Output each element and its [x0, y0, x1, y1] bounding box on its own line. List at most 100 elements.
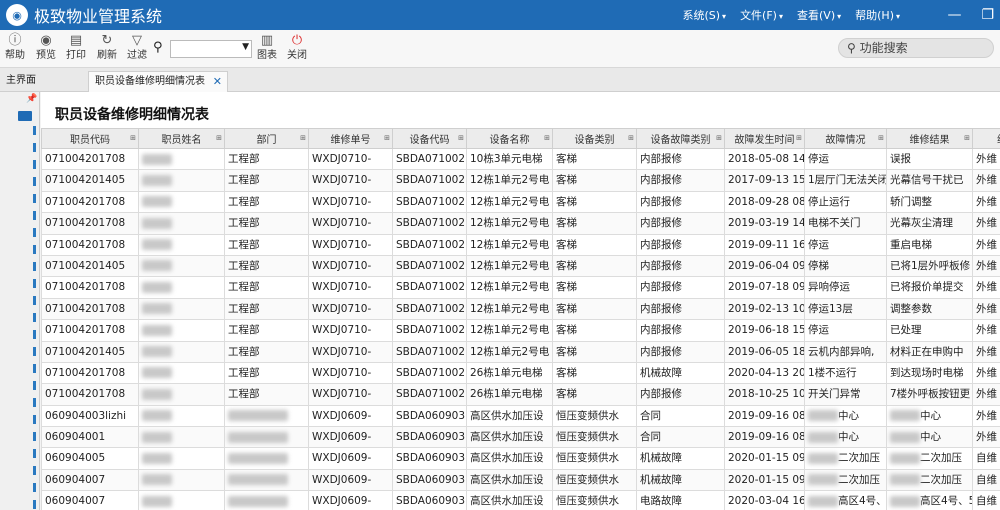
table-cell: WXDJ0609- [308, 447, 393, 470]
table-cell: 外维 [972, 254, 1000, 278]
column-header[interactable]: 设备名称 ⊞ [466, 128, 553, 149]
tab-report[interactable]: 职员设备维修明细情况表 ✕ [88, 71, 228, 92]
tab-bar: 主界面 职员设备维修明细情况表 ✕ [0, 68, 1000, 92]
table-row[interactable]: 060904005 WXDJ0609- SBDA060903 高区供水加压设 恒压变频供… [41, 447, 1000, 470]
redacted-value [142, 153, 172, 165]
table-cell [138, 319, 225, 342]
panel-splitter[interactable] [33, 126, 36, 510]
table-cell: 高区供水加压设 [466, 404, 553, 428]
table-row[interactable]: 071004201708 工程部 WXDJ0710- SBDA071002 12栋1单元… [41, 233, 1000, 256]
table-cell: 071004201708 [41, 276, 139, 299]
table-row[interactable]: 060904001 WXDJ0609- SBDA060903 高区供水加压设 恒压变频供… [41, 426, 1000, 449]
column-pin-icon[interactable]: ⊞ [300, 134, 306, 142]
column-header[interactable]: 设备故障类别 ⊞ [636, 128, 725, 149]
filter-button[interactable]: ▽ 过滤 [123, 33, 151, 63]
column-header[interactable]: 故障情况 ⊞ [804, 128, 887, 149]
table-cell: 中心 [886, 404, 973, 428]
redacted-value [142, 452, 172, 464]
print-button[interactable]: ▤ 打印 [62, 33, 90, 63]
column-pin-icon[interactable]: ⊞ [716, 134, 722, 142]
chevron-down-icon[interactable]: ▼ [242, 42, 249, 52]
table-cell: 工程部 [224, 254, 309, 278]
column-pin-icon[interactable]: ⊞ [964, 134, 970, 142]
table-row[interactable]: 071004201405 工程部 WXDJ0710- SBDA071002 12栋1单元… [41, 340, 1000, 363]
column-pin-icon[interactable]: ⊞ [216, 134, 222, 142]
column-header[interactable]: 故障发生时间 ⊞ [724, 128, 805, 149]
table-row[interactable]: 060904003lizhi WXDJ0609- SBDA060903 高区供水加压设… [41, 404, 1000, 428]
chart-button[interactable]: ▥ 图表 [253, 33, 281, 63]
chart-icon: ▥ [260, 33, 274, 48]
table-row[interactable]: 071004201708 工程部 WXDJ0710- SBDA071002 12栋1单元… [41, 276, 1000, 299]
column-header[interactable]: 设备类别 ⊞ [552, 128, 637, 149]
redacted-value [890, 431, 920, 443]
column-header[interactable]: 设备代码 ⊞ [392, 128, 467, 149]
header-row: 职员代码 ⊞ 职员姓名 ⊞ 部门 ⊞ 维修单号 ⊞ 设备代码 ⊞ 设备名称 ⊞ 设备类别 ⊞ 设备故障类别 ⊞… [41, 128, 1000, 149]
table-cell: 内部报修 [636, 340, 725, 363]
minimize-icon[interactable]: — [947, 7, 961, 23]
menu-file[interactable]: 文件(F) ▾ [740, 7, 783, 23]
table-row[interactable]: 071004201708 工程部 WXDJ0710- SBDA071002 26栋1单元… [41, 383, 1000, 406]
table-cell: 已处理 [886, 319, 973, 342]
table-row[interactable]: 071004201708 工程部 WXDJ0710- SBDA071002 12栋1单元… [41, 212, 1000, 235]
table-cell: 内部报修 [636, 297, 725, 321]
menu-system[interactable]: 系统(S) ▾ [682, 7, 726, 23]
table-cell: 2017-09-13 15: [724, 169, 805, 192]
column-pin-icon[interactable]: ⊞ [628, 134, 634, 142]
column-pin-icon[interactable]: ⊞ [796, 134, 802, 142]
column-pin-icon[interactable]: ⊞ [130, 134, 136, 142]
table-row[interactable]: 071004201405 工程部 WXDJ0710- SBDA071002 12栋1单元… [41, 169, 1000, 192]
menu-view[interactable]: 查看(V) ▾ [797, 7, 841, 23]
table-cell: SBDA071002 [392, 233, 467, 256]
column-header[interactable]: 维修单号 ⊞ [308, 128, 393, 149]
table-cell: 071004201708 [41, 233, 139, 256]
close-icon[interactable]: ✕ [213, 72, 222, 92]
tab-main[interactable]: 主界面 [0, 71, 90, 92]
table-cell: 工程部 [224, 169, 309, 192]
table-row[interactable]: 071004201708 工程部 WXDJ0710- SBDA071002 12栋1单元… [41, 319, 1000, 342]
column-header[interactable]: 维修结果 ⊞ [886, 128, 973, 149]
column-header[interactable]: 维修⊞ [972, 128, 1000, 149]
table-row[interactable]: 071004201708 工程部 WXDJ0710- SBDA071002 12栋1单元… [41, 190, 1000, 214]
table-cell: 7楼外呼板按钮更 [886, 383, 973, 406]
table-row[interactable]: 071004201405 工程部 WXDJ0710- SBDA071002 12栋1单元… [41, 254, 1000, 278]
preview-button[interactable]: ◉ 预览 [32, 33, 60, 63]
table-cell: 误报 [886, 147, 973, 171]
table-cell [224, 447, 309, 470]
folder-icon[interactable] [18, 111, 32, 121]
table-cell: 外维 [972, 383, 1000, 406]
help-button[interactable]: ⓘ 帮助 [1, 33, 29, 63]
pin-icon[interactable]: 📌 [26, 94, 37, 104]
filter-combo[interactable]: ▼ [170, 40, 252, 58]
column-pin-icon[interactable]: ⊞ [878, 134, 884, 142]
redacted-value [228, 452, 288, 464]
table-cell: 10栋3单元电梯 [466, 147, 553, 171]
table-cell: 恒压变频供水 [552, 404, 637, 428]
column-header[interactable]: 部门 ⊞ [224, 128, 309, 149]
table-cell [138, 233, 225, 256]
table-row[interactable]: 071004201708 工程部 WXDJ0710- SBDA071002 12栋1单元… [41, 297, 1000, 321]
redacted-value [142, 281, 172, 293]
table-cell: 工程部 [224, 147, 309, 171]
refresh-button[interactable]: ↻ 刷新 [93, 33, 121, 63]
column-pin-icon[interactable]: ⊞ [544, 134, 550, 142]
restore-icon[interactable]: ❐ [981, 7, 994, 23]
table-row[interactable]: 071004201708 工程部 WXDJ0710- SBDA071002 10栋3单元… [41, 147, 1000, 171]
table-row[interactable]: 060904007 WXDJ0609- SBDA060903 高区供水加压设 恒压变频供… [41, 490, 1000, 510]
table-cell: 中心 [804, 404, 887, 428]
table-cell: 客梯 [552, 276, 637, 299]
function-search-input[interactable]: ⚲ 功能搜索 [838, 38, 994, 58]
table-row[interactable]: 071004201708 工程部 WXDJ0710- SBDA071002 26栋1单元… [41, 361, 1000, 385]
table-cell: 恒压变频供水 [552, 468, 637, 492]
data-grid[interactable]: 职员代码 ⊞ 职员姓名 ⊞ 部门 ⊞ 维修单号 ⊞ 设备代码 ⊞ 设备名称 ⊞ 设备类别 ⊞ 设备故障类别 ⊞… [41, 128, 1000, 510]
table-row[interactable]: 060904007 WXDJ0609- SBDA060903 高区供水加压设 恒压变频供… [41, 468, 1000, 492]
column-header[interactable]: 职员姓名 ⊞ [138, 128, 225, 149]
menu-help[interactable]: 帮助(H) ▾ [855, 7, 900, 23]
close-button[interactable]: ⏻ 关闭 [283, 33, 311, 63]
table-cell: 26栋1单元电梯 [466, 383, 553, 406]
table-cell: 2020-01-15 09: [724, 468, 805, 492]
table-cell: SBDA071002 [392, 276, 467, 299]
column-pin-icon[interactable]: ⊞ [458, 134, 464, 142]
column-header[interactable]: 职员代码 ⊞ [41, 128, 139, 149]
table-cell: SBDA071002 [392, 147, 467, 171]
column-pin-icon[interactable]: ⊞ [384, 134, 390, 142]
